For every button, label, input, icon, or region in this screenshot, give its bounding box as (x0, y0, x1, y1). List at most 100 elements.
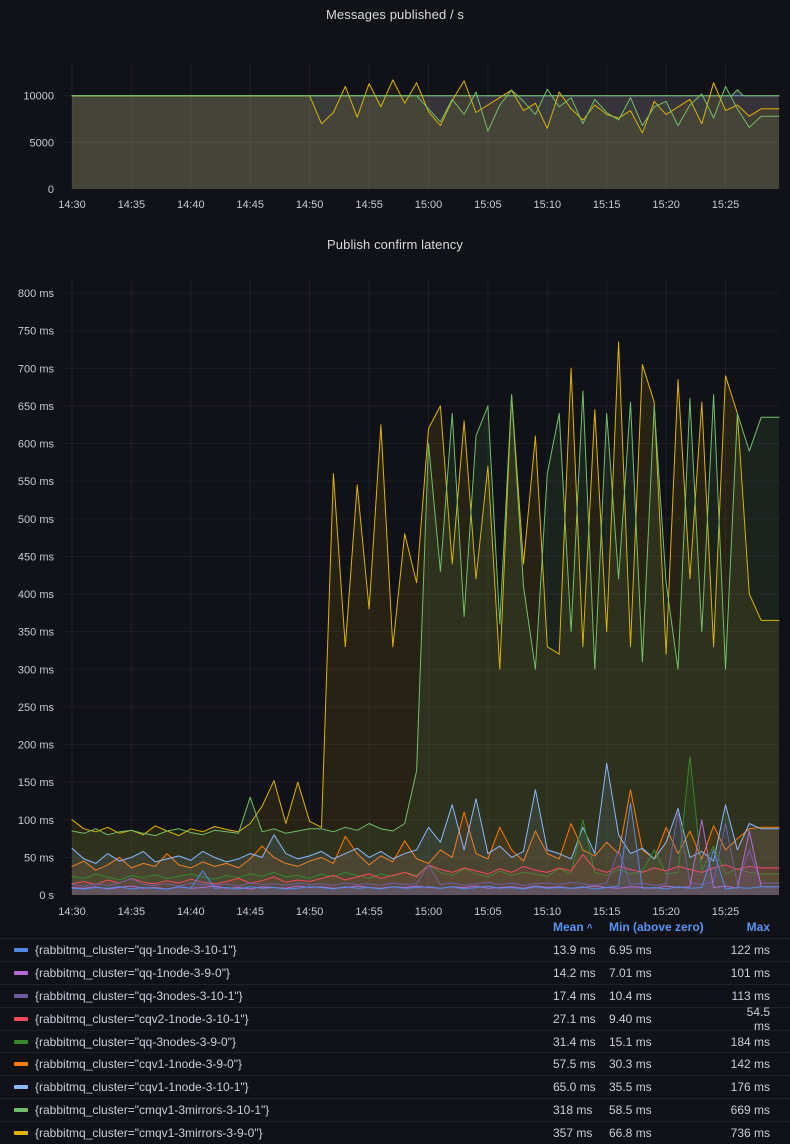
series-color-swatch[interactable] (14, 1085, 28, 1089)
series-label[interactable]: {rabbitmq_cluster="cqv1-1node-3-9-0"} (35, 1057, 242, 1071)
series-label[interactable]: {rabbitmq_cluster="qq-3nodes-3-9-0"} (35, 1035, 236, 1049)
series-max-value: 142 ms (730, 1057, 770, 1071)
x-tick-label: 15:10 (534, 199, 562, 211)
messages-published-chart[interactable]: 14:30 14:35 14:40 14:45 14:50 14:55 15:00 15:05… (0, 0, 790, 230)
series-min-value: 9.40 ms (609, 1012, 730, 1026)
y-tick-label: 150 ms (18, 777, 55, 789)
y-tick-label: 350 ms (18, 627, 55, 639)
series-color-swatch[interactable] (14, 948, 28, 952)
series-line-steady-10k-baseline[interactable] (72, 90, 779, 96)
series-max-value: 122 ms (730, 943, 770, 957)
sort-ascending-icon: ^ (587, 923, 593, 934)
series-label[interactable]: {rabbitmq_cluster="cmqv1-3mirrors-3-9-0"… (35, 1126, 263, 1140)
series-max-value: 736 ms (730, 1126, 770, 1140)
y-tick-label: 50 ms (24, 852, 54, 864)
series-label[interactable]: {rabbitmq_cluster="qq-1node-3-9-0"} (35, 966, 230, 980)
x-tick-label: 14:50 (296, 199, 324, 211)
y-tick-label: 300 ms (18, 664, 55, 676)
series-max-value: 101 ms (730, 966, 770, 980)
x-tick-label: 14:35 (118, 199, 146, 211)
series-name-cell: {rabbitmq_cluster="qq-1node-3-10-1"} (0, 943, 553, 957)
legend-row: {rabbitmq_cluster="cqv2-1node-3-10-1"} 27… (0, 1007, 790, 1030)
series-name-cell: {rabbitmq_cluster="qq-1node-3-9-0"} (0, 966, 553, 980)
legend-row: {rabbitmq_cluster="qq-1node-3-9-0"} 14.2 … (0, 961, 790, 984)
y-tick-label: 5000 (30, 137, 54, 149)
series-color-swatch[interactable] (14, 1040, 28, 1044)
series-max-value: 176 ms (730, 1080, 770, 1094)
series-color-swatch[interactable] (14, 994, 28, 998)
x-tick-label: 14:55 (355, 199, 383, 211)
x-tick-label: 14:45 (236, 199, 264, 211)
publish-confirm-latency-chart[interactable]: 14:3014:3514:4014:4514:5014:5515:0015:05… (0, 230, 790, 920)
legend-header-mean[interactable]: Mean^ (553, 920, 609, 934)
series-color-swatch[interactable] (14, 971, 28, 975)
legend-row: {rabbitmq_cluster="qq-3nodes-3-10-1"} 17.… (0, 984, 790, 1007)
series-mean-value: 27.1 ms (553, 1012, 609, 1026)
legend-header-max[interactable]: Max (730, 920, 770, 934)
y-tick-label: 650 ms (18, 401, 55, 413)
y-tick-label: 0 s (39, 890, 54, 902)
series-min-value: 66.8 ms (609, 1126, 730, 1140)
legend-row: {rabbitmq_cluster="cmqv1-3mirrors-3-10-1… (0, 1098, 790, 1121)
series-color-swatch[interactable] (14, 1017, 28, 1021)
y-tick-label: 200 ms (18, 740, 55, 752)
series-min-value: 35.5 ms (609, 1080, 730, 1094)
series-name-cell: {rabbitmq_cluster="cmqv1-3mirrors-3-9-0"… (0, 1126, 553, 1140)
series-min-value: 58.5 ms (609, 1103, 730, 1117)
legend-row: {rabbitmq_cluster="qq-1node-3-10-1"} 13.9… (0, 938, 790, 961)
series-mean-value: 14.2 ms (553, 966, 609, 980)
y-tick-label: 600 ms (18, 439, 55, 451)
grafana-dashboard: Messages published / s 14:3014:3514:4014… (0, 0, 790, 1144)
series-mean-value: 357 ms (553, 1126, 609, 1140)
y-tick-label: 250 ms (18, 702, 55, 714)
x-tick-label: 15:05 (474, 199, 502, 211)
legend-table: Mean^ Min (above zero) Max {rabbitmq_clu… (0, 916, 790, 1144)
series-color-swatch[interactable] (14, 1062, 28, 1066)
series-max-value: 184 ms (730, 1035, 770, 1049)
series-max-value: 54.5 ms (730, 1005, 770, 1033)
y-tick-label: 0 (48, 184, 54, 196)
y-tick-label: 800 ms (18, 288, 55, 300)
series-max-value: 669 ms (730, 1103, 770, 1117)
x-tick-label: 15:00 (415, 199, 443, 211)
series-mean-value: 57.5 ms (553, 1057, 609, 1071)
series-name-cell: {rabbitmq_cluster="qq-3nodes-3-9-0"} (0, 1035, 553, 1049)
x-tick-label: 14:40 (177, 199, 205, 211)
x-tick-label: 15:25 (712, 199, 740, 211)
x-tick-label: 15:15 (593, 199, 621, 211)
y-tick-label: 400 ms (18, 589, 55, 601)
series-color-swatch[interactable] (14, 1131, 28, 1135)
y-tick-label: 700 ms (18, 363, 55, 375)
legend-row: {rabbitmq_cluster="cmqv1-3mirrors-3-9-0"… (0, 1121, 790, 1144)
series-label[interactable]: {rabbitmq_cluster="cqv2-1node-3-10-1"} (35, 1012, 249, 1026)
y-tick-label: 100 ms (18, 815, 55, 827)
series-name-cell: {rabbitmq_cluster="cqv1-1node-3-10-1"} (0, 1080, 553, 1094)
x-tick-label: 15:20 (652, 199, 680, 211)
series-min-value: 30.3 ms (609, 1057, 730, 1071)
series-min-value: 10.4 ms (609, 989, 730, 1003)
y-tick-label: 750 ms (18, 326, 55, 338)
series-name-cell: {rabbitmq_cluster="qq-3nodes-3-10-1"} (0, 989, 553, 1003)
y-tick-label: 10000 (23, 91, 54, 103)
series-min-value: 15.1 ms (609, 1035, 730, 1049)
legend-header-min[interactable]: Min (above zero) (609, 920, 730, 934)
legend-row: {rabbitmq_cluster="cqv1-1node-3-10-1"}65… (0, 1075, 790, 1098)
legend-row: {rabbitmq_cluster="cqv1-1node-3-9-0"} 57.… (0, 1052, 790, 1075)
series-min-value: 7.01 ms (609, 966, 730, 980)
series-mean-value: 17.4 ms (553, 989, 609, 1003)
series-mean-value: 13.9 ms (553, 943, 609, 957)
legend-row: {rabbitmq_cluster="qq-3nodes-3-9-0"}31.4… (0, 1030, 790, 1053)
series-min-value: 6.95 ms (609, 943, 730, 957)
series-name-cell: {rabbitmq_cluster="cqv1-1node-3-9-0"} (0, 1057, 553, 1071)
y-tick-label: 550 ms (18, 476, 55, 488)
series-label[interactable]: {rabbitmq_cluster="qq-3nodes-3-10-1"} (35, 989, 243, 1003)
series-label[interactable]: {rabbitmq_cluster="qq-1node-3-10-1"} (35, 943, 237, 957)
series-label[interactable]: {rabbitmq_cluster="cmqv1-3mirrors-3-10-1… (35, 1103, 269, 1117)
series-max-value: 113 ms (730, 989, 770, 1003)
y-tick-label: 450 ms (18, 551, 55, 563)
series-label[interactable]: {rabbitmq_cluster="cqv1-1node-3-10-1"} (35, 1080, 249, 1094)
legend-header-row: Mean^ Min (above zero) Max (0, 916, 790, 938)
x-tick-label: 14:30 (58, 199, 86, 211)
series-color-swatch[interactable] (14, 1108, 28, 1112)
series-name-cell: {rabbitmq_cluster="cqv2-1node-3-10-1"} (0, 1012, 553, 1026)
